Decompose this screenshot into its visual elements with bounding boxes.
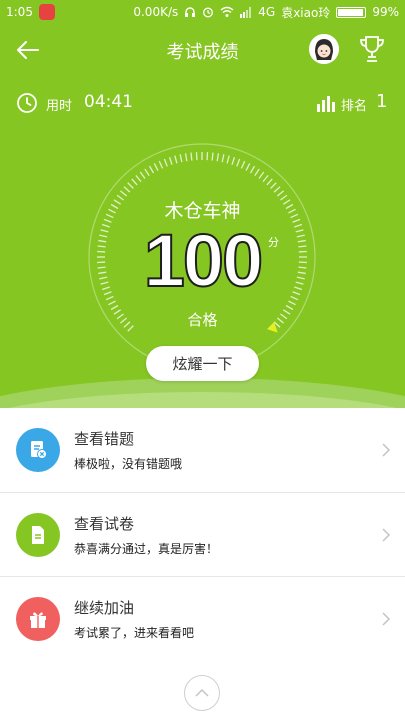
score-value: 100 [143, 218, 264, 303]
list-item-subtitle: 棒极啦，没有错题哦 [74, 457, 183, 471]
list-item-title: 查看试卷 [74, 514, 135, 533]
summary-bar: 用时 04:41 排名 1 [0, 88, 405, 118]
top-bar: 考试成绩 [0, 28, 405, 72]
chevron-right-icon [382, 528, 391, 542]
grade-label: 合格 [187, 311, 218, 329]
headset-icon [185, 7, 196, 17]
exam-paper-icon [16, 512, 60, 557]
result-hero: 1:05 0.00K/s 4G 袁xiao玲 99% 考试成绩 用时 04:41… [0, 0, 405, 408]
avatar[interactable] [309, 34, 339, 64]
chevron-right-icon [382, 612, 391, 626]
battery-icon [336, 6, 367, 18]
network-type: 4G [258, 5, 276, 19]
gift-icon [16, 596, 60, 641]
page-title: 考试成绩 [166, 42, 239, 63]
list-item-wrong-questions[interactable]: 查看错题 棒极啦，没有错题哦 [0, 408, 405, 492]
score-unit: 分 [268, 236, 279, 249]
list-item-subtitle: 恭喜满分通过，真是厉害！ [74, 541, 219, 556]
list-item-title: 查看错题 [74, 430, 135, 448]
list-item-exam-paper[interactable]: 查看试卷 恭喜满分通过，真是厉害！ [0, 492, 405, 576]
signal-icon [240, 6, 252, 18]
weibo-icon [38, 4, 55, 20]
wrong-questions-icon [16, 428, 60, 472]
trophy-icon[interactable] [358, 34, 386, 64]
battery-level: 99% [372, 5, 399, 19]
share-button[interactable]: 炫耀一下 [146, 346, 259, 381]
network-speed: 0.00K/s [133, 5, 179, 19]
chevron-right-icon [382, 443, 391, 457]
chevron-up-icon [195, 688, 209, 697]
rank-value: 1 [376, 91, 388, 112]
rank-chart-icon [317, 96, 335, 112]
status-time: 1:05 [6, 5, 33, 19]
time-used-value: 04:41 [84, 92, 133, 112]
wifi-icon [220, 6, 234, 17]
list-item-subtitle: 考试累了，进来看看吧 [74, 625, 195, 640]
list-item-title: 继续加油 [74, 598, 135, 617]
action-list: 查看错题 棒极啦，没有错题哦 查看试卷 恭喜满分通过，真是厉害！ 继续加油 考试… [0, 408, 405, 660]
alarm-icon [203, 7, 214, 18]
list-item-keep-going[interactable]: 继续加油 考试累了，进来看看吧 [0, 576, 405, 660]
time-used-label: 用时 [46, 99, 73, 114]
rank-label: 排名 [341, 99, 368, 114]
clock-icon [17, 93, 37, 113]
scroll-up-button[interactable] [184, 675, 220, 711]
carrier-name: 袁xiao玲 [281, 5, 331, 20]
status-bar: 1:05 0.00K/s 4G 袁xiao玲 99% [0, 0, 405, 24]
